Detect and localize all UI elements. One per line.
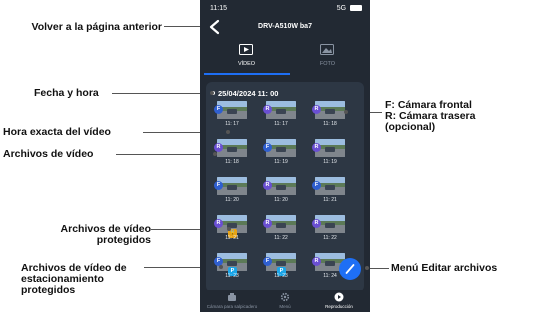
bottom-nav: Cámara para salpicadero Menú Reproducció… bbox=[200, 290, 370, 312]
nav-label: Cámara para salpicadero bbox=[206, 304, 258, 309]
status-bar: 11:15 5G bbox=[210, 5, 362, 15]
callout-dot bbox=[213, 152, 217, 156]
camera-badge: R bbox=[214, 219, 223, 228]
camera-badge: R bbox=[263, 105, 272, 114]
video-time-label: 11: 21 bbox=[323, 197, 337, 203]
play-icon bbox=[334, 292, 344, 302]
nav-label: Menú bbox=[279, 304, 291, 309]
nav-dashcam[interactable]: Cámara para salpicadero bbox=[204, 290, 260, 312]
camera-badge: F bbox=[214, 105, 223, 114]
video-time-label: 11: 18 bbox=[323, 121, 337, 127]
edit-files-button[interactable] bbox=[339, 258, 361, 280]
callout-dot bbox=[226, 130, 230, 134]
pencil-icon bbox=[345, 264, 355, 274]
callout-dot bbox=[227, 227, 231, 231]
callout-dot bbox=[210, 91, 214, 95]
camera-badge: F bbox=[312, 181, 321, 190]
video-time-label: 11: 20 bbox=[225, 197, 239, 203]
camera-badge: R bbox=[312, 143, 321, 152]
callout-protected: Archivos de vídeo protegidos bbox=[60, 223, 151, 246]
leader-line bbox=[112, 93, 210, 94]
callout-edit-menu: Menú Editar archivos bbox=[391, 262, 498, 274]
active-tab-indicator bbox=[204, 73, 290, 75]
callout-parking: Archivos de vídeo de estacionamiento pro… bbox=[21, 262, 127, 296]
camera-badge: R bbox=[263, 219, 272, 228]
leader-line bbox=[164, 26, 200, 27]
gear-icon bbox=[280, 292, 290, 302]
callout-files: Archivos de vídeo bbox=[3, 148, 94, 160]
nav-playback[interactable]: Reproducción bbox=[311, 290, 367, 312]
tab-photo[interactable]: FOTO bbox=[285, 42, 370, 76]
camera-badge: R bbox=[214, 143, 223, 152]
date-header: 25/04/2024 11: 00 bbox=[218, 89, 279, 98]
camera-badge: R bbox=[312, 105, 321, 114]
video-time-label: 11: 21 bbox=[225, 235, 239, 241]
app-header: DRV-A510W ba7 bbox=[200, 17, 370, 37]
video-time-label: 11: 23 bbox=[274, 273, 288, 279]
status-indicators: 5G bbox=[337, 5, 362, 12]
camera-badge: R bbox=[263, 181, 272, 190]
callout-back: Volver a la página anterior bbox=[31, 21, 162, 33]
video-time-label: 11: 22 bbox=[274, 235, 288, 241]
callout-exact-time: Hora exacta del vídeo bbox=[3, 126, 111, 138]
camera-badge: F bbox=[214, 181, 223, 190]
signal-label: 5G bbox=[336, 5, 347, 12]
video-icon bbox=[239, 44, 253, 55]
camera-badge: R bbox=[312, 257, 321, 266]
video-time-label: 11: 19 bbox=[274, 159, 288, 165]
battery-icon bbox=[350, 5, 362, 12]
nav-menu[interactable]: Menú bbox=[257, 290, 313, 312]
video-time-label: 11: 19 bbox=[323, 159, 337, 165]
callout-dot bbox=[365, 266, 369, 270]
nav-label: Reproducción bbox=[325, 304, 353, 309]
video-time-label: 11: 18 bbox=[225, 159, 239, 165]
camera-badge: F bbox=[263, 143, 272, 152]
callout-dot bbox=[344, 110, 348, 114]
dashcam-icon bbox=[228, 293, 236, 301]
status-time: 11:15 bbox=[210, 5, 227, 12]
photo-icon bbox=[320, 44, 334, 55]
tab-video[interactable]: VÍDEO bbox=[204, 42, 289, 76]
video-time-label: 11: 23 bbox=[225, 273, 239, 279]
video-time-label: 11: 20 bbox=[274, 197, 288, 203]
callout-dot bbox=[219, 265, 223, 269]
camera-badge: F bbox=[263, 257, 272, 266]
media-tabs: VÍDEO FOTO bbox=[200, 42, 370, 76]
callout-date: Fecha y hora bbox=[34, 87, 99, 99]
video-time-label: 11: 17 bbox=[274, 121, 288, 127]
camera-badge: R bbox=[312, 219, 321, 228]
device-title: DRV-A510W ba7 bbox=[258, 23, 312, 30]
callout-camera-rear: R: Cámara trasera (opcional) bbox=[385, 110, 476, 133]
tab-label: FOTO bbox=[319, 61, 336, 67]
leader-line bbox=[367, 268, 389, 269]
video-time-label: 11: 22 bbox=[323, 235, 337, 241]
tab-label: VÍDEO bbox=[237, 61, 256, 67]
leader-line bbox=[116, 154, 212, 155]
video-time-label: 11: 17 bbox=[225, 121, 239, 127]
